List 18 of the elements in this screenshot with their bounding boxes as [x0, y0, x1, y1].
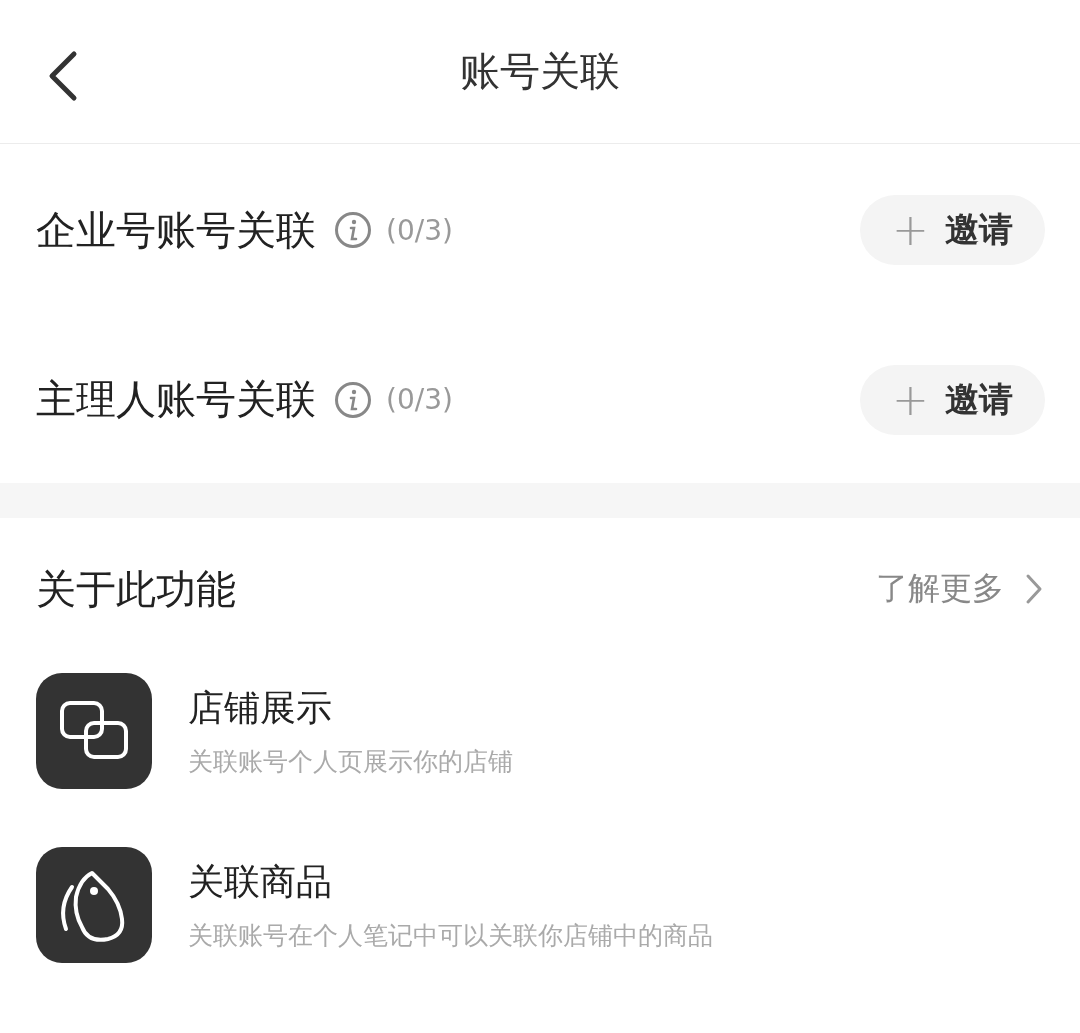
feature-title: 关联商品 [188, 860, 333, 904]
invite-button[interactable]: + 邀请 [860, 364, 1045, 435]
tag-icon [36, 847, 152, 963]
link-count: (0/3) [386, 383, 453, 416]
info-icon[interactable] [334, 380, 372, 419]
learn-more-link[interactable]: 了解更多 [876, 567, 1044, 611]
section-title: 关于此功能 [36, 564, 236, 614]
feature-description: 关联账号在个人笔记中可以关联你店铺中的商品 [188, 920, 713, 952]
invite-button[interactable]: + 邀请 [860, 195, 1045, 265]
feature-description: 关联账号个人页展示你的店铺 [188, 746, 513, 778]
link-label: 主理人账号关联 [36, 375, 316, 424]
page-title: 账号关联 [460, 47, 620, 96]
feature-title: 店铺展示 [188, 686, 333, 730]
link-count: (0/3) [386, 213, 453, 247]
link-label: 企业号账号关联 [36, 205, 316, 255]
overlapping-squares-icon [36, 673, 152, 789]
info-icon[interactable] [334, 211, 372, 249]
chevron-icon [1024, 572, 1044, 606]
